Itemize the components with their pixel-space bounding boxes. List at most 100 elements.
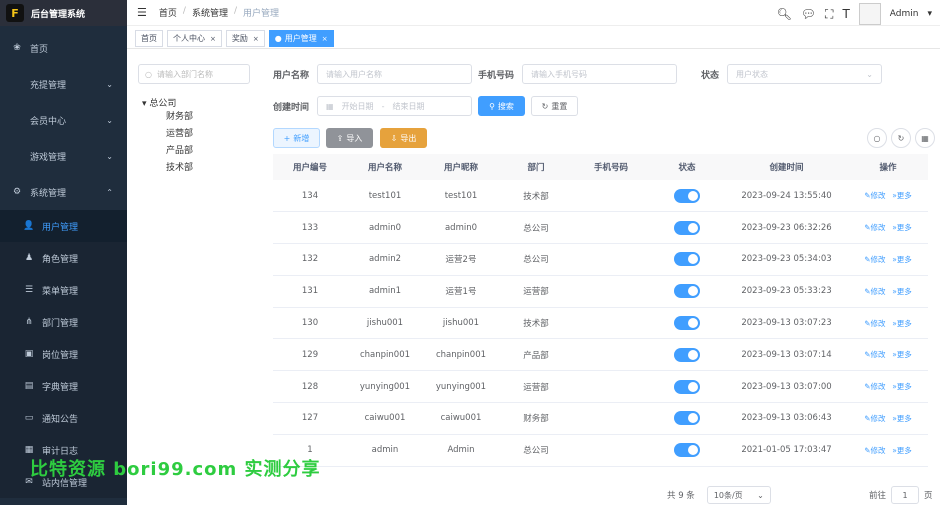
username[interactable]: Admin (890, 9, 919, 19)
more-button[interactable]: »更多 (892, 414, 912, 423)
add-button[interactable]: + 新增 (273, 128, 320, 148)
status-switch[interactable] (674, 316, 700, 331)
sidebar: F 后台管理系统 ❀ 首页 充提管理 ⌄ 会员中心 ⌄ 游戏管理 ⌄ ⚙ 系统管… (0, 0, 127, 505)
edit-button[interactable]: ✎修改 (864, 414, 885, 423)
more-button[interactable]: »更多 (892, 287, 912, 296)
caret-down-icon[interactable]: ▾ (142, 99, 147, 109)
breadcrumb-item[interactable]: 首页 (159, 6, 177, 19)
edit-button[interactable]: ✎修改 (864, 191, 885, 200)
edit-button[interactable]: ✎修改 (864, 319, 885, 328)
cell-actions: ✎修改 »更多 (848, 180, 928, 213)
toggle-search-button[interactable]: ○ (867, 128, 887, 148)
phone-input[interactable]: 请输入手机号码 (522, 64, 677, 84)
sidebar-item-depts[interactable]: ⋔ 部门管理 (0, 306, 127, 338)
edit-button[interactable]: ✎修改 (864, 446, 885, 455)
sidebar-item-notice[interactable]: ▭ 通知公告 (0, 402, 127, 434)
cell-status (649, 370, 725, 404)
tag-users[interactable]: ● 用户管理 × (268, 30, 334, 47)
phone-label: 手机号码 (478, 70, 515, 81)
hamburger-icon[interactable]: ☰ (137, 6, 147, 19)
search-button[interactable]: ⚲ 搜索 (478, 96, 525, 116)
cell-username: admin2 (347, 243, 423, 276)
sidebar-item-games[interactable]: 游戏管理 ⌄ (0, 138, 127, 174)
message-icon[interactable]: 💬︎ (801, 7, 816, 21)
tag-profile[interactable]: 个人中心 × (167, 30, 222, 47)
tree-node[interactable]: 产品部 (166, 143, 250, 160)
breadcrumb-item[interactable]: 系统管理 (192, 6, 228, 19)
more-button[interactable]: »更多 (892, 191, 912, 200)
edit-button[interactable]: ✎修改 (864, 223, 885, 232)
more-button[interactable]: »更多 (892, 350, 912, 359)
status-switch[interactable] (674, 411, 700, 426)
more-button[interactable]: »更多 (892, 446, 912, 455)
close-icon[interactable]: × (322, 35, 328, 43)
avatar[interactable] (858, 3, 881, 25)
table-row: 133 admin0 admin0 总公司 2023-09-23 06:32:26 ✎修改… (273, 211, 928, 245)
more-button[interactable]: »更多 (892, 319, 912, 328)
tree-node[interactable]: 运营部 (166, 126, 250, 143)
import-button[interactable]: ⇪ 导入 (326, 128, 373, 148)
sidebar-item-recharge[interactable]: 充提管理 ⌄ (0, 66, 127, 102)
fullscreen-icon[interactable]: ⛶ (825, 7, 833, 22)
edit-button[interactable]: ✎修改 (864, 287, 885, 296)
goto-page-input[interactable]: 1 (891, 486, 920, 504)
columns-button[interactable]: ▦ (915, 128, 935, 148)
more-button[interactable]: »更多 (892, 382, 912, 391)
sidebar-item-members[interactable]: 会员中心 ⌄ (0, 102, 127, 138)
table-row: 127 caiwu001 caiwu001 财务部 2023-09-13 03:06:4… (273, 402, 928, 435)
table-row: 130 jishu001 jishu001 技术部 2023-09-13 03:07:2… (273, 307, 928, 340)
tag-label: 奖励 (231, 34, 248, 43)
sidebar-item-system[interactable]: ⚙ 系统管理 ⌃ (0, 174, 127, 210)
status-switch[interactable] (674, 188, 700, 203)
col-header: 用户编号 (273, 154, 347, 180)
cell-phone (573, 180, 649, 213)
status-switch[interactable] (674, 347, 700, 362)
status-switch[interactable] (674, 379, 700, 394)
more-button[interactable]: »更多 (892, 223, 912, 232)
sidebar-item-home[interactable]: ❀ 首页 (0, 30, 127, 66)
chevron-down-icon: ⌄ (106, 151, 113, 161)
status-switch[interactable] (674, 284, 700, 299)
date-range-picker[interactable]: ▦ 开始日期 - 结束日期 (317, 96, 472, 116)
plus-icon: + (283, 133, 291, 143)
refresh-button[interactable]: ↻ (891, 128, 911, 148)
chevron-down-icon: ⌄ (757, 490, 764, 500)
logo[interactable]: F 后台管理系统 (0, 0, 127, 26)
sidebar-item-roles[interactable]: ♟ 角色管理 (0, 242, 127, 274)
tree-node[interactable]: 财务部 (166, 109, 250, 126)
page-size-select[interactable]: 10条/页 ⌄ (706, 486, 771, 504)
username-input[interactable]: 请输入用户名称 (317, 64, 472, 84)
reset-button[interactable]: ↻ 重置 (531, 96, 578, 116)
sidebar-item-menus[interactable]: ☰ 菜单管理 (0, 274, 127, 306)
close-icon[interactable]: × (210, 35, 216, 43)
edit-button[interactable]: ✎修改 (864, 382, 885, 391)
cell-id: 129 (273, 338, 347, 372)
sidebar-item-users[interactable]: 👤 用户管理 (0, 210, 127, 242)
tag-reward[interactable]: 奖励 × (225, 30, 265, 47)
caret-down-icon[interactable]: ▾ (927, 9, 932, 19)
tree-node-root[interactable]: ▾ 总公司 (142, 96, 250, 109)
status-switch[interactable] (674, 220, 700, 235)
status-select[interactable]: 用户状态 ⌄ (727, 64, 882, 84)
search-icon[interactable]: 🔍︎ (777, 7, 792, 21)
status-switch[interactable] (674, 443, 700, 458)
tree-node[interactable]: 技术部 (166, 160, 250, 177)
font-size-icon[interactable]: T (842, 7, 849, 21)
export-button[interactable]: ⇩ 导出 (380, 128, 427, 148)
dept-search-input[interactable]: ○ 请输入部门名称 (138, 64, 250, 84)
created-label: 创建时间 (273, 102, 310, 113)
edit-button[interactable]: ✎修改 (864, 255, 885, 264)
status-switch[interactable] (674, 252, 700, 267)
sidebar-item-posts[interactable]: ▣ 岗位管理 (0, 338, 127, 370)
close-icon[interactable]: × (253, 35, 259, 43)
table-row: 1 admin Admin 总公司 2021-01-05 17:03:47 ✎修改 »更多 (273, 434, 928, 467)
cell-id: 134 (273, 180, 347, 213)
more-button[interactable]: »更多 (892, 255, 912, 264)
sidebar-item-dict[interactable]: ▤ 字典管理 (0, 370, 127, 402)
download-icon: ⇩ (390, 133, 398, 143)
username-label: 用户名称 (273, 70, 310, 81)
tag-home[interactable]: 首页 (135, 30, 163, 47)
edit-button[interactable]: ✎修改 (864, 350, 885, 359)
more-label: 更多 (896, 318, 912, 328)
post-icon: ▣ (24, 349, 34, 359)
